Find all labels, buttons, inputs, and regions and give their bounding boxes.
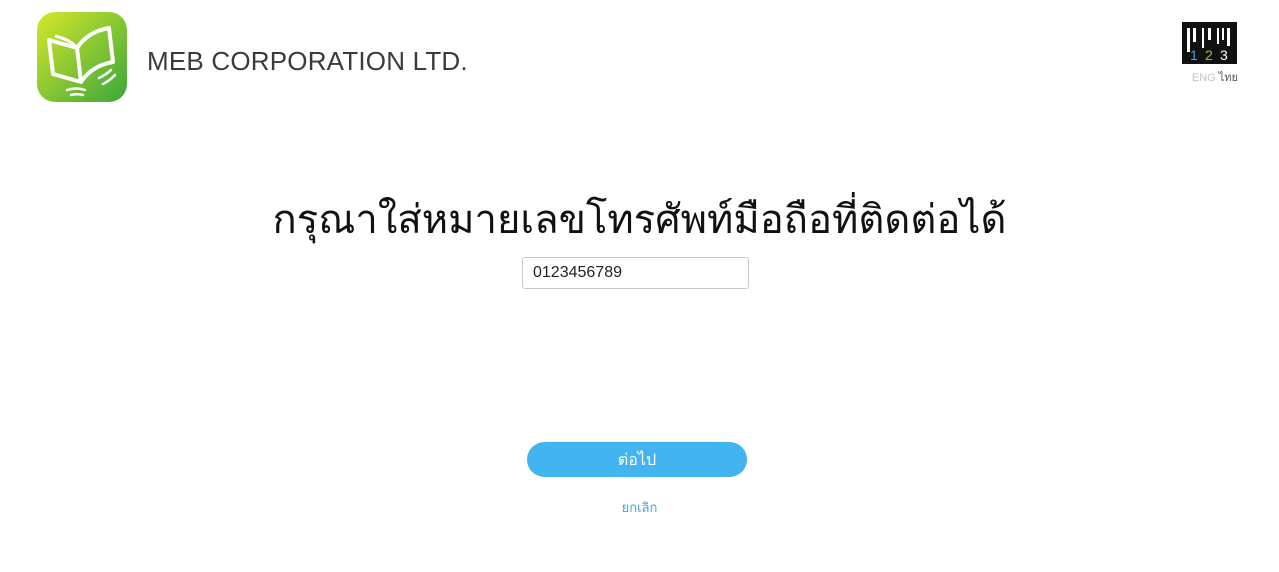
- cancel-link-row: ยกเลิก: [0, 499, 1279, 519]
- svg-text:1: 1: [1190, 47, 1198, 63]
- lang-eng-link[interactable]: ENG: [1192, 72, 1216, 84]
- brand-mark: 1 2 3: [1182, 22, 1237, 64]
- language-switcher: ENG ไทย: [1182, 70, 1238, 86]
- cancel-link[interactable]: ยกเลิก: [622, 501, 658, 516]
- header: MEB CORPORATION LTD. 1 2 3 ENG ไทย: [0, 0, 1279, 110]
- page: MEB CORPORATION LTD. 1 2 3 ENG ไทย กรุณา…: [0, 0, 1279, 572]
- company-name: MEB CORPORATION LTD.: [147, 46, 468, 76]
- lang-thai-link[interactable]: ไทย: [1219, 72, 1238, 84]
- barcode-123-icon: 1 2 3: [1187, 28, 1230, 63]
- next-button[interactable]: ต่อไป: [527, 442, 747, 477]
- page-title: กรุณาใส่หมายเลขโทรศัพท์มือถือที่ติดต่อได…: [272, 197, 1007, 243]
- svg-text:3: 3: [1220, 47, 1228, 63]
- svg-text:2: 2: [1205, 47, 1213, 63]
- app-logo: [37, 12, 127, 102]
- open-book-icon: [37, 12, 127, 102]
- phone-number-input[interactable]: [522, 257, 749, 289]
